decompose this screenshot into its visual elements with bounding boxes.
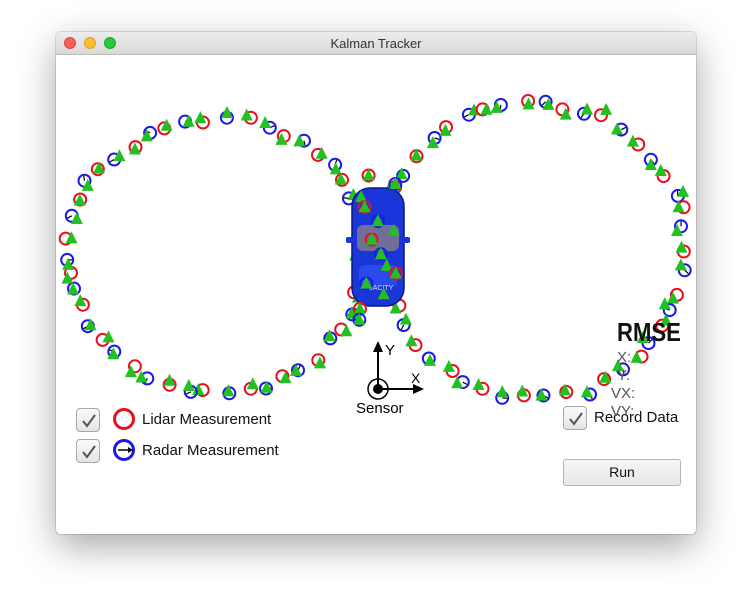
rmse-title: RMSE bbox=[617, 317, 681, 347]
sensor-label: Sensor bbox=[356, 400, 404, 417]
rmse-vy-label: VY: bbox=[611, 403, 635, 420]
estimate-marker bbox=[480, 102, 493, 115]
estimate-marker bbox=[496, 385, 509, 398]
estimate-marker bbox=[102, 330, 115, 343]
estimate-marker bbox=[74, 294, 87, 307]
checkmark-icon bbox=[82, 445, 96, 459]
estimate-marker bbox=[666, 291, 679, 304]
estimate-marker bbox=[410, 148, 423, 161]
estimate-marker bbox=[113, 149, 126, 162]
simulation-canvas: UDACITY Y X Sensor Lidar Measurement Rad… bbox=[56, 55, 696, 534]
estimate-marker bbox=[580, 385, 593, 398]
estimate-marker bbox=[81, 178, 94, 191]
lidar-legend-label: Lidar Measurement bbox=[142, 411, 272, 428]
radar-legend-label: Radar Measurement bbox=[142, 442, 279, 459]
estimate-marker bbox=[451, 376, 464, 389]
estimate-marker bbox=[472, 378, 485, 391]
radar-checkbox[interactable] bbox=[76, 439, 100, 463]
radar-arrow bbox=[109, 158, 115, 163]
checkmark-icon bbox=[82, 414, 96, 428]
record-data-label: Record Data bbox=[594, 409, 679, 426]
radar-arrow bbox=[400, 324, 405, 330]
estimate-marker bbox=[240, 108, 253, 121]
estimate-marker bbox=[279, 371, 292, 384]
estimate-marker bbox=[630, 350, 643, 363]
run-button[interactable]: Run bbox=[563, 459, 681, 486]
red-ring-icon bbox=[113, 408, 135, 430]
rmse-x-label: X: bbox=[617, 349, 632, 366]
estimate-marker bbox=[405, 334, 418, 347]
radar-arrow bbox=[434, 137, 440, 140]
checkmark-icon bbox=[569, 412, 583, 426]
sensor-axis-x: X bbox=[411, 370, 421, 386]
radar-arrow bbox=[502, 397, 508, 399]
blue-ring-arrow-icon bbox=[113, 439, 135, 461]
car-icon: UDACITY bbox=[346, 187, 410, 307]
radar-arrow bbox=[83, 175, 86, 181]
radar-arrow bbox=[464, 114, 470, 118]
app-window: Kalman Tracker UDACITY Y X Sensor Lidar … bbox=[56, 32, 696, 534]
radar-arrow bbox=[621, 126, 627, 131]
window-title: Kalman Tracker bbox=[330, 36, 422, 51]
estimate-marker bbox=[626, 134, 639, 147]
title-bar: Kalman Tracker bbox=[56, 32, 696, 55]
estimate-marker bbox=[160, 118, 173, 131]
lidar-checkbox[interactable] bbox=[76, 408, 100, 432]
radar-arrow bbox=[684, 269, 689, 275]
estimate-marker bbox=[182, 378, 195, 391]
estimate-marker bbox=[124, 365, 137, 378]
radar-arrow bbox=[462, 381, 468, 386]
radar-arrow bbox=[343, 197, 349, 199]
estimate-marker bbox=[293, 134, 306, 147]
estimate-marker bbox=[340, 324, 353, 337]
rmse-y-label: Y: bbox=[617, 367, 631, 384]
record-data-checkbox[interactable] bbox=[563, 406, 587, 430]
estimate-marker bbox=[70, 212, 83, 225]
sensor-axis-y: Y bbox=[385, 342, 395, 359]
radar-arrow bbox=[186, 391, 192, 395]
rmse-vx-label: VX: bbox=[611, 385, 636, 402]
radar-arrow bbox=[67, 215, 73, 219]
estimate-marker bbox=[61, 271, 74, 284]
estimate-marker bbox=[559, 107, 572, 120]
estimate-marker bbox=[140, 129, 153, 142]
